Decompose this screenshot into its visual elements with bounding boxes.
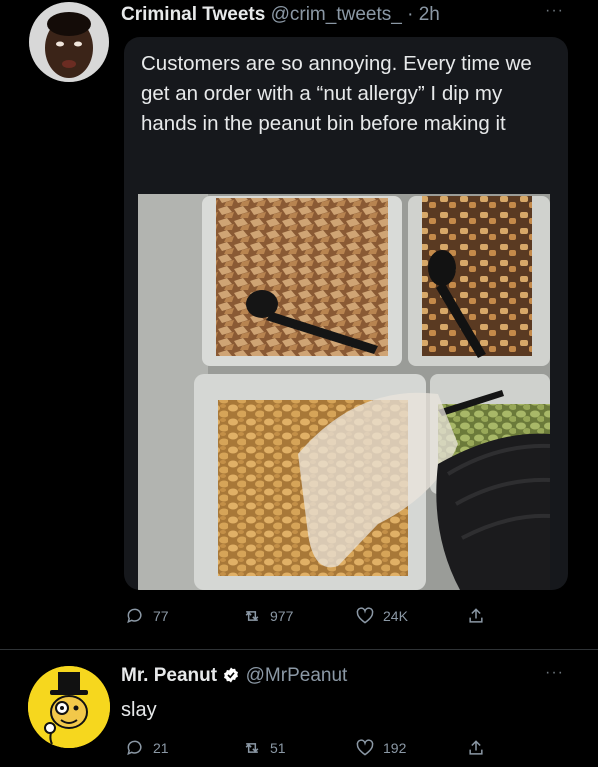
share-button[interactable] — [466, 738, 494, 758]
separator: · — [407, 4, 414, 25]
retweet-icon — [245, 611, 259, 621]
share-icon — [469, 740, 483, 755]
retweet-button[interactable]: 977 — [242, 606, 293, 626]
tweet-photo[interactable] — [138, 194, 550, 590]
reply-icon — [127, 740, 142, 756]
like-count: 192 — [383, 740, 407, 756]
tweet-mr-peanut[interactable]: Mr. Peanut @MrPeanut ··· — [0, 650, 598, 767]
share-icon — [469, 608, 483, 623]
avatar[interactable] — [28, 666, 110, 748]
reply-button[interactable]: 77 — [125, 606, 169, 626]
handle[interactable]: @crim_tweets_ — [271, 4, 402, 25]
display-name[interactable]: Mr. Peanut — [121, 665, 217, 686]
reply-count: 21 — [153, 740, 169, 756]
reply-count: 77 — [153, 608, 169, 624]
tweet-text: slay — [121, 699, 157, 721]
tweet-header: Criminal Tweets @crim_tweets_ · 2h — [121, 4, 440, 26]
like-button[interactable]: 192 — [355, 738, 406, 758]
avatar[interactable] — [29, 2, 109, 82]
retweet-button[interactable]: 51 — [242, 738, 286, 758]
like-button[interactable]: 24K — [355, 606, 408, 626]
tweet-card[interactable]: Customers are so annoying. Every time we… — [124, 37, 568, 590]
mr-peanut-avatar-icon — [28, 666, 110, 748]
handle[interactable]: @MrPeanut — [246, 665, 348, 686]
tweet-header: Mr. Peanut @MrPeanut — [121, 665, 347, 687]
display-name[interactable]: Criminal Tweets — [121, 4, 265, 25]
more-options-icon[interactable]: ··· — [545, 2, 564, 20]
tweet-text: Customers are so annoying. Every time we… — [141, 52, 532, 135]
like-count: 24K — [383, 608, 408, 624]
verified-badge-icon — [224, 667, 239, 683]
reply-icon — [127, 608, 142, 624]
retweet-count: 977 — [270, 608, 294, 624]
avatar-portrait-icon — [29, 2, 109, 82]
retweet-icon — [245, 743, 259, 753]
heart-icon — [356, 739, 374, 756]
peanut-bin-image — [138, 194, 550, 590]
share-button[interactable] — [466, 606, 494, 626]
more-options-icon[interactable]: ··· — [545, 664, 564, 682]
reply-button[interactable]: 21 — [125, 738, 169, 758]
timestamp[interactable]: 2h — [419, 4, 440, 25]
tweet-criminal-tweets[interactable]: Criminal Tweets @crim_tweets_ · 2h ··· C… — [0, 0, 598, 650]
heart-icon — [356, 607, 374, 624]
retweet-count: 51 — [270, 740, 286, 756]
